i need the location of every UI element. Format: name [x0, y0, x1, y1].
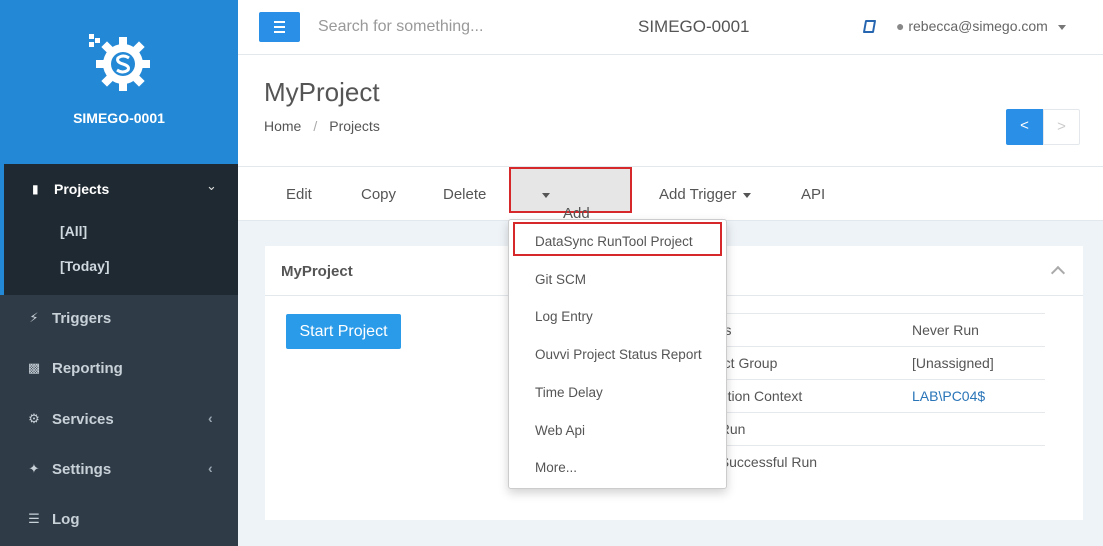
hamburger-icon — [274, 26, 285, 28]
simego-logo-icon — [89, 34, 150, 91]
breadcrumb-home[interactable]: Home — [264, 118, 301, 134]
sidebar-item-triggers[interactable]: ⚡︎ Triggers — [0, 295, 238, 345]
sidebar-item-label: Triggers — [52, 310, 112, 327]
bolt-icon: ⚡︎ — [29, 310, 39, 325]
row-key: st Successful Run — [705, 445, 912, 479]
table-row: oject Group [Unassigned] — [705, 346, 1045, 380]
menu-toggle-button[interactable] — [259, 12, 300, 42]
list-icon: ☰ — [28, 511, 40, 526]
table-row: st Successful Run — [705, 445, 1045, 479]
previous-button[interactable]: < — [1006, 109, 1043, 145]
book-icon[interactable] — [862, 20, 877, 33]
chevron-up-icon[interactable] — [1050, 265, 1066, 281]
menu-item-more[interactable]: More... — [535, 460, 577, 475]
row-value: [Unassigned] — [912, 346, 1045, 380]
row-key: atus — [705, 313, 912, 347]
sidebar: SIMEGO-0001 ▮ Projects ⌄ [All] [Today] ⚡… — [0, 0, 238, 546]
menu-item-time-delay[interactable]: Time Delay — [535, 385, 603, 400]
page-header: MyProject Home / Projects < > — [238, 55, 1103, 167]
panel-title: MyProject — [281, 263, 353, 280]
breadcrumb-projects[interactable]: Projects — [329, 118, 380, 134]
sidebar-subitem-today[interactable]: [Today] — [60, 258, 110, 274]
add-step-button[interactable]: Add Step — [509, 167, 632, 239]
hamburger-icon — [274, 31, 285, 33]
row-value — [912, 412, 1045, 446]
user-email: rebecca@simego.com — [908, 18, 1048, 34]
magic-wand-icon: ✦ — [28, 461, 40, 476]
table-row: st Run — [705, 412, 1045, 446]
edit-button[interactable]: Edit — [286, 186, 312, 203]
user-icon: ● — [896, 18, 905, 34]
delete-button[interactable]: Delete — [443, 186, 486, 203]
sidebar-item-reporting[interactable]: ▩ Reporting — [0, 345, 238, 395]
chevron-left-icon: ‹ — [208, 460, 213, 476]
brand-area: SIMEGO-0001 — [0, 0, 238, 164]
table-row: atusNever Run — [705, 313, 1045, 347]
sidebar-item-label: Log — [52, 511, 80, 528]
sidebar-item-label: Reporting — [52, 360, 123, 377]
search-input[interactable] — [318, 18, 568, 36]
sidebar-item-log[interactable]: ☰ Log — [0, 496, 238, 546]
book-icon: ▮ — [32, 182, 39, 196]
row-key: st Run — [705, 412, 912, 446]
row-key: ecution Context — [705, 379, 912, 413]
menu-item-status-report[interactable]: Ouvvi Project Status Report — [535, 347, 702, 362]
add-step-dropdown-menu: DataSync RunTool Project Git SCM Log Ent… — [508, 219, 727, 489]
project-toolbar: Edit Copy Delete Add Step Add Trigger AP… — [238, 167, 1103, 239]
row-value: Never Run — [912, 313, 1045, 347]
execution-context-link[interactable]: LAB\PC04$ — [912, 379, 1045, 413]
breadcrumb-separator: / — [313, 118, 318, 134]
start-project-button[interactable]: Start Project — [286, 314, 401, 349]
chevron-down-icon: ⌄ — [206, 178, 217, 193]
table-row: ecution Context LAB\PC04$ — [705, 379, 1045, 413]
brand-name: SIMEGO-0001 — [73, 110, 165, 126]
caret-down-icon — [542, 192, 550, 198]
bar-chart-icon: ▩ — [27, 360, 41, 375]
add-trigger-button[interactable]: Add Trigger — [659, 186, 751, 203]
menu-item-datasync-runtool[interactable]: DataSync RunTool Project — [535, 234, 693, 249]
page-title: MyProject — [264, 77, 380, 107]
sidebar-item-services[interactable]: ⚙ Services ‹ — [0, 396, 238, 446]
breadcrumb: Home / Projects — [264, 118, 380, 134]
instance-title: SIMEGO-0001 — [638, 17, 750, 36]
row-value — [912, 445, 1045, 479]
row-key: oject Group — [705, 346, 912, 380]
add-step-label: Add Step — [536, 186, 594, 239]
next-button[interactable]: > — [1043, 109, 1080, 145]
sidebar-item-label: Settings — [52, 461, 112, 478]
copy-button[interactable]: Copy — [361, 186, 396, 203]
caret-down-icon — [1057, 24, 1066, 30]
caret-down-icon — [742, 192, 751, 198]
cogs-icon: ⚙ — [28, 411, 40, 426]
chevron-left-icon: ‹ — [208, 410, 213, 426]
api-button[interactable]: API — [801, 186, 825, 203]
user-menu[interactable]: ● rebecca@simego.com — [896, 18, 1066, 34]
menu-item-web-api[interactable]: Web Api — [535, 423, 585, 438]
sidebar-item-projects[interactable]: ▮ Projects ⌄ [All] [Today] — [0, 164, 238, 295]
project-info-table: atusNever Run oject Group[Unassigned] ec… — [705, 313, 1045, 479]
sidebar-subitem-all[interactable]: [All] — [60, 223, 87, 239]
menu-item-git-scm[interactable]: Git SCM — [535, 272, 586, 287]
hamburger-icon — [274, 21, 285, 23]
sidebar-item-label: Projects — [54, 181, 110, 197]
sidebar-item-label: Services — [52, 411, 114, 428]
sidebar-item-settings[interactable]: ✦ Settings ‹ — [0, 446, 238, 496]
top-header: SIMEGO-0001 ● rebecca@simego.com — [238, 0, 1103, 55]
menu-item-log-entry[interactable]: Log Entry — [535, 309, 593, 324]
